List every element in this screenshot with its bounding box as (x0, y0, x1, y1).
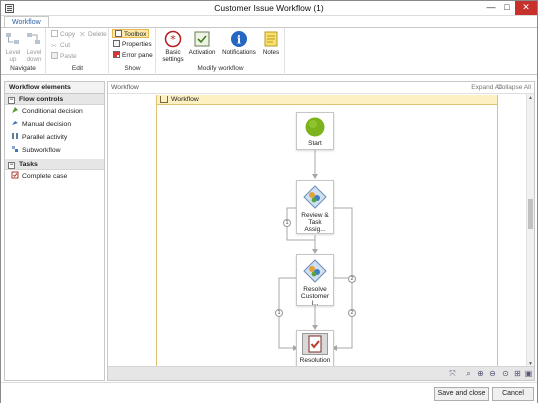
cut-button[interactable]: ✂ Cut (51, 41, 70, 50)
show-group-label: Show (124, 65, 141, 72)
parallel-activity-icon (12, 133, 18, 139)
edit-group: Copy ✕ Delete ✂ Cut Paste Edit (47, 28, 109, 75)
maximize-button[interactable]: □ (499, 1, 515, 15)
task-diamond-icon (303, 259, 327, 283)
workflow-elements-panel: Workflow elements − Flow controls Conditi… (4, 81, 105, 381)
copy-icon (51, 30, 58, 37)
delete-icon: ✕ (79, 30, 86, 39)
canvas-toolbar: Workflow Expand All Collapse All (108, 82, 534, 94)
scroll-thumb[interactable] (528, 199, 533, 229)
info-icon: i (231, 31, 247, 47)
basic-settings-button[interactable]: * Basic settings (160, 30, 186, 63)
level-down-icon (27, 33, 40, 44)
show-group: Toolbox Properties Error pane Show (110, 28, 156, 75)
tasks-section[interactable]: − Tasks (5, 159, 104, 170)
edge-label: 1 (275, 309, 283, 317)
vertical-scrollbar[interactable]: ▲ ▼ (526, 94, 534, 368)
start-node[interactable]: Start (296, 112, 334, 150)
minimize-button[interactable]: — (483, 1, 499, 15)
scroll-up-icon[interactable]: ▲ (527, 94, 534, 102)
modify-workflow-group: * Basic settings Activation i Notificati… (157, 28, 285, 75)
properties-icon (113, 40, 120, 47)
level-up-button[interactable]: Level up (4, 30, 22, 63)
overview-icon[interactable]: ▣ (524, 369, 533, 378)
edit-group-label: Edit (71, 65, 84, 72)
resolution-node[interactable]: Resolution (296, 330, 334, 368)
error-pane-icon (113, 51, 120, 58)
workflow-editor-window: Customer Issue Workflow (1) — □ ✕ Workfl… (0, 0, 538, 403)
task-diamond-icon (303, 185, 327, 209)
modify-workflow-group-label: Modify workflow (197, 65, 244, 72)
level-up-icon (6, 33, 19, 44)
collapse-toggle-icon[interactable]: − (8, 97, 15, 104)
breadcrumb[interactable]: Workflow (111, 84, 139, 91)
canvas-zoom-bar: ⤧ ⌕ ⊕ ⊖ ⊙ ⊞ ▣ (108, 366, 534, 380)
edge-label: 1 (283, 219, 291, 227)
cut-icon: ✂ (51, 43, 57, 50)
paste-button[interactable]: Paste (51, 52, 77, 61)
collapse-toggle-icon[interactable]: − (8, 162, 15, 169)
manual-decision-icon (12, 121, 18, 125)
svg-text:i: i (237, 34, 241, 47)
element-subworkflow[interactable]: Subworkflow (5, 144, 104, 157)
properties-button[interactable]: Properties (113, 40, 152, 49)
notes-icon (264, 31, 278, 47)
collapse-all-link[interactable]: Collapse All (497, 84, 531, 91)
element-complete-case[interactable]: Complete case (5, 170, 104, 183)
activation-icon (194, 31, 210, 47)
zoom-reset-icon[interactable]: ⊙ (501, 369, 510, 378)
workflow-sequence[interactable]: Workflow Start Review & Task Assig... Re… (156, 95, 498, 368)
ribbon-tabs: Workflow (1, 16, 537, 28)
zoom-out-icon[interactable]: ⊖ (488, 369, 497, 378)
dialog-footer: Save and close Cancel (1, 382, 537, 403)
notes-button[interactable]: Notes (261, 30, 281, 56)
review-task-node[interactable]: Review & Task Assig... (296, 180, 334, 234)
edge-label: 2 (348, 275, 356, 283)
zoom-in-icon[interactable]: ⊕ (476, 369, 485, 378)
cancel-button[interactable]: Cancel (492, 387, 534, 401)
navigate-group: Level up Level down Navigate (1, 28, 46, 75)
close-button[interactable]: ✕ (515, 1, 537, 15)
zoom-fit-icon[interactable]: ⌕ (464, 369, 473, 378)
basic-settings-icon: * (164, 30, 182, 48)
error-pane-button[interactable]: Error pane (113, 51, 153, 60)
conditional-decision-icon (12, 107, 18, 113)
notifications-button[interactable]: i Notifications (220, 30, 258, 56)
element-manual-decision[interactable]: Manual decision (5, 118, 104, 131)
complete-case-icon (302, 333, 328, 355)
ribbon: Level up Level down Navigate Copy ✕ Delet… (1, 27, 537, 75)
save-and-close-button[interactable]: Save and close (434, 387, 489, 401)
resolve-customer-node[interactable]: Resolve Customer I... (296, 254, 334, 307)
svg-text:*: * (170, 33, 176, 46)
complete-case-icon (11, 171, 19, 179)
edge-label: 2 (348, 309, 356, 317)
delete-button[interactable]: ✕ Delete (79, 30, 107, 39)
flow-controls-section[interactable]: − Flow controls (5, 94, 104, 105)
pan-icon[interactable]: ⤧ (448, 369, 457, 378)
activation-button[interactable]: Activation (188, 30, 216, 56)
paste-icon (51, 52, 58, 59)
navigate-group-label: Navigate (10, 65, 36, 72)
toolbox-icon (115, 30, 122, 37)
toolbox-button[interactable]: Toolbox (112, 29, 150, 38)
subworkflow-icon (12, 146, 18, 152)
fit-to-screen-icon[interactable]: ⊞ (513, 369, 522, 378)
title-bar: Customer Issue Workflow (1) — □ ✕ (1, 1, 537, 16)
workflow-elements-header: Workflow elements (5, 82, 104, 94)
start-circle-icon (305, 117, 325, 137)
window-title: Customer Issue Workflow (1) (214, 3, 324, 13)
copy-button[interactable]: Copy (51, 30, 75, 39)
workflow-canvas: Workflow Expand All Collapse All Workflo… (107, 81, 535, 381)
level-down-button[interactable]: Level down (24, 30, 44, 63)
element-parallel-activity[interactable]: Parallel activity (5, 131, 104, 144)
element-conditional-decision[interactable]: Conditional decision (5, 105, 104, 118)
